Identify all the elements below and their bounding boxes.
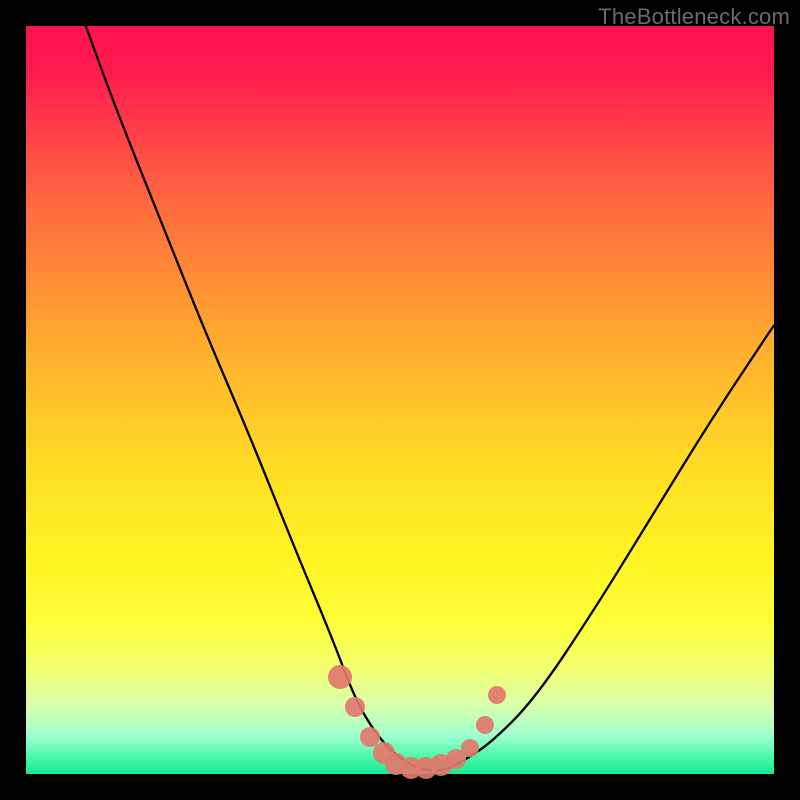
highlight-dot <box>488 686 506 704</box>
highlight-dot <box>461 739 479 757</box>
chart-frame: TheBottleneck.com <box>0 0 800 800</box>
watermark-label: TheBottleneck.com <box>598 4 790 30</box>
highlight-dot <box>476 716 494 734</box>
highlight-dot <box>345 697 365 717</box>
plot-area <box>26 26 774 774</box>
highlight-dot <box>328 665 352 689</box>
highlight-dots <box>26 26 774 774</box>
